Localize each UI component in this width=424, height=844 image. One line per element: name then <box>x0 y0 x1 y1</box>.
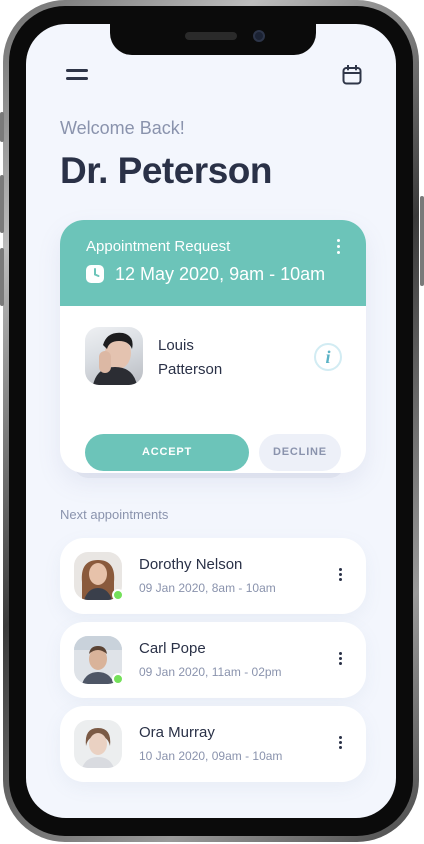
welcome-text: Welcome Back! <box>60 118 185 138</box>
more-options-icon[interactable] <box>338 736 344 752</box>
request-more-icon[interactable] <box>336 239 342 257</box>
app-screen: Welcome Back! Dr. Peterson Appointment R… <box>26 24 396 818</box>
more-options-icon[interactable] <box>338 568 344 584</box>
phone-volume-up-button <box>0 175 4 233</box>
front-camera <box>253 30 265 42</box>
next-appointments-heading: Next appointments <box>60 507 169 522</box>
info-icon[interactable]: i <box>314 343 342 371</box>
calendar-icon[interactable] <box>342 64 362 85</box>
patient-first-name: Louis <box>158 337 194 354</box>
patient-avatar <box>85 327 143 385</box>
more-options-icon[interactable] <box>338 652 344 668</box>
appointment-item-ora-murray[interactable]: Ora Murray 10 Jan 2020, 09am - 10am <box>60 706 366 782</box>
appointment-time: 10 Jan 2020, 09am - 10am <box>139 749 283 763</box>
appointment-item-dorothy-nelson[interactable]: Dorothy Nelson 09 Jan 2020, 8am - 10am <box>60 538 366 614</box>
clock-icon <box>86 265 104 283</box>
menu-icon[interactable] <box>66 69 88 83</box>
request-card-header: Appointment Request 12 May 2020, 9am - 1… <box>60 220 366 306</box>
appointment-name: Dorothy Nelson <box>139 556 243 573</box>
phone-power-button <box>420 196 424 286</box>
notch <box>110 24 316 55</box>
appointment-name: Carl Pope <box>139 640 206 657</box>
appointment-name: Ora Murray <box>139 724 215 741</box>
online-status-dot <box>112 589 124 601</box>
appointment-time: 09 Jan 2020, 8am - 10am <box>139 581 276 595</box>
accept-button[interactable]: ACCEPT <box>85 434 249 471</box>
avatar <box>74 720 122 768</box>
phone-side-button <box>0 112 4 142</box>
request-date: 12 May 2020, 9am - 10am <box>115 264 326 284</box>
appointment-item-carl-pope[interactable]: Carl Pope 09 Jan 2020, 11am - 02pm <box>60 622 366 698</box>
appointment-time: 09 Jan 2020, 11am - 02pm <box>139 665 282 679</box>
phone-volume-down-button <box>0 248 4 306</box>
request-title: Appointment Request <box>86 238 231 255</box>
decline-button[interactable]: DECLINE <box>259 434 341 471</box>
online-status-dot <box>112 673 124 685</box>
doctor-name: Dr. Peterson <box>60 150 272 191</box>
patient-last-name: Patterson <box>158 361 223 378</box>
speaker <box>185 32 237 40</box>
appointment-request-card: Appointment Request 12 May 2020, 9am - 1… <box>60 220 366 473</box>
